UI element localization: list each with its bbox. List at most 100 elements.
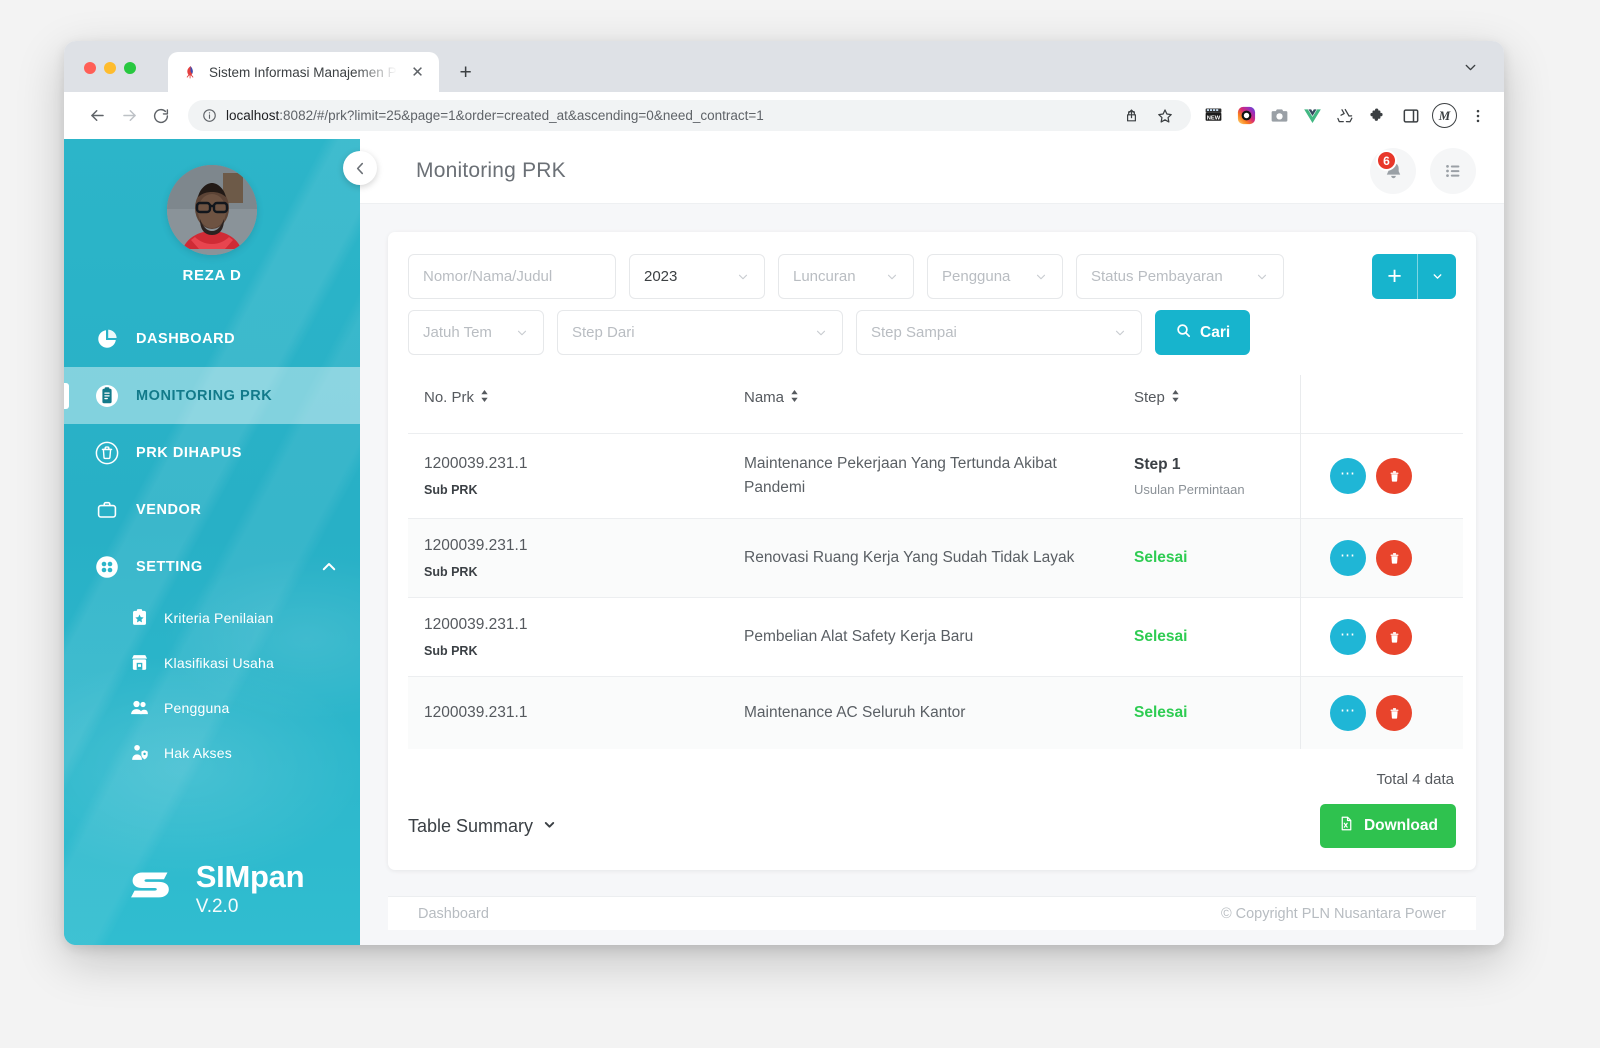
- cell-no-prk: 1200039.231.1 Sub PRK: [408, 434, 728, 519]
- simpan-logo: [120, 857, 182, 919]
- puzzle-extensions-icon[interactable]: [1366, 104, 1390, 128]
- card-footer: Table Summary Download: [408, 788, 1456, 870]
- page-footer: Dashboard © Copyright PLN Nusantara Powe…: [388, 896, 1476, 931]
- chevron-down-icon[interactable]: [1458, 55, 1482, 79]
- chevron-down-icon: [885, 270, 899, 284]
- footer-left-label[interactable]: Dashboard: [418, 906, 489, 922]
- recycle-extension-icon[interactable]: [1333, 104, 1357, 128]
- chevron-down-icon: [736, 270, 750, 284]
- user-avatar[interactable]: [167, 165, 257, 255]
- column-header-step[interactable]: Step: [1118, 375, 1308, 434]
- vue-devtools-extension-icon[interactable]: [1300, 104, 1324, 128]
- sidebar-nav: DASHBOARD MONITORING PRK PRK DIHAPUS VEN…: [64, 310, 360, 783]
- column-header-nama[interactable]: Nama: [728, 375, 1118, 434]
- browser-tab[interactable]: Sistem Informasi Manajemen P ✕: [168, 52, 439, 92]
- column-label: Step: [1134, 389, 1165, 406]
- add-prk-button[interactable]: +: [1372, 254, 1418, 299]
- close-tab-button[interactable]: ✕: [407, 61, 429, 83]
- table-row[interactable]: 1200039.231.1 Sub PRK Maintenance Pekerj…: [408, 433, 1463, 519]
- cell-step: Selesai: [1118, 598, 1308, 677]
- sidebar-item-kriteria-penilaian[interactable]: Kriteria Penilaian: [64, 595, 360, 640]
- prk-card: Nomor/Nama/Judul 2023 Luncuran Pengguna …: [388, 232, 1476, 871]
- sidebar-item-monitoring-prk[interactable]: MONITORING PRK: [64, 367, 360, 424]
- svg-text:NEW: NEW: [1206, 115, 1220, 121]
- sidebar-collapse-button[interactable]: [343, 151, 377, 185]
- delete-icon[interactable]: [1376, 540, 1412, 577]
- clipboard-icon: [94, 383, 120, 409]
- maximize-window-button[interactable]: [124, 62, 136, 74]
- step-value: Step 1: [1134, 455, 1181, 473]
- back-button[interactable]: [82, 101, 112, 131]
- sidebar-item-label: MONITORING PRK: [136, 387, 273, 404]
- site-favicon: [182, 64, 199, 81]
- sidebar-item-prk-dihapus[interactable]: PRK DIHAPUS: [64, 424, 360, 481]
- site-info-icon[interactable]: [202, 108, 217, 123]
- status-pembayaran-select[interactable]: Status Pembayaran: [1076, 254, 1284, 299]
- forward-button[interactable]: [114, 101, 144, 131]
- pengguna-select[interactable]: Pengguna: [927, 254, 1063, 299]
- profile-avatar[interactable]: M: [1432, 103, 1457, 128]
- reload-button[interactable]: [146, 101, 176, 131]
- year-select[interactable]: 2023: [629, 254, 765, 299]
- cell-nama: Pembelian Alat Safety Kerja Baru: [744, 628, 974, 646]
- minimize-window-button[interactable]: [104, 62, 116, 74]
- step-sampai-select[interactable]: Step Sampai: [856, 310, 1142, 355]
- camera-extension-icon[interactable]: [1267, 104, 1291, 128]
- sidebar-item-dashboard[interactable]: DASHBOARD: [64, 310, 360, 367]
- instagram-extension-icon[interactable]: [1234, 104, 1258, 128]
- more-options-icon[interactable]: ⋯: [1330, 695, 1366, 732]
- address-bar[interactable]: localhost:8082/#/prk?limit=25&page=1&ord…: [188, 100, 1191, 131]
- pie-chart-icon: [94, 326, 120, 352]
- chevron-down-icon: [1034, 270, 1048, 284]
- column-header-no-prk[interactable]: No. Prk: [408, 375, 728, 434]
- search-button[interactable]: Cari: [1155, 310, 1251, 355]
- sidebar-item-setting[interactable]: SETTING: [64, 538, 360, 595]
- browser-tab-title: Sistem Informasi Manajemen P: [209, 64, 397, 80]
- delete-icon[interactable]: [1376, 695, 1412, 732]
- share-icon[interactable]: [1119, 104, 1143, 128]
- sidebar-item-label: VENDOR: [136, 501, 202, 518]
- more-options-icon[interactable]: ⋯: [1330, 458, 1366, 495]
- star-icon[interactable]: [1153, 104, 1177, 128]
- luncuran-select[interactable]: Luncuran: [778, 254, 914, 299]
- sidebar-item-hak-akses[interactable]: Hak Akses: [64, 730, 360, 775]
- list-view-button[interactable]: [1430, 148, 1476, 194]
- prk-table: No. Prk Nama Step 1200039.231.1 Sub PRK …: [408, 375, 1463, 750]
- cell-actions: ⋯: [1308, 519, 1463, 598]
- sidebar-subitem-label: Kriteria Penilaian: [164, 609, 274, 626]
- table-row[interactable]: 1200039.231.1 Sub PRK Renovasi Ruang Ker…: [408, 518, 1463, 598]
- app-sidebar: REZA D DASHBOARD MONITORING PRK PRK DIHA…: [64, 139, 360, 945]
- table-row[interactable]: 1200039.231.1 Sub PRK Pembelian Alat Saf…: [408, 597, 1463, 677]
- chevron-up-icon[interactable]: [320, 558, 338, 576]
- more-options-icon[interactable]: ⋯: [1330, 540, 1366, 577]
- download-button[interactable]: Download: [1319, 804, 1456, 849]
- table-row[interactable]: 1200039.231.1 Maintenance AC Seluruh Kan…: [408, 676, 1463, 750]
- no-prk-value: 1200039.231.1: [424, 537, 528, 555]
- kebab-menu-icon[interactable]: [1466, 104, 1490, 128]
- search-input[interactable]: Nomor/Nama/Judul: [408, 254, 616, 299]
- year-select-value: 2023: [644, 268, 678, 285]
- new-badge-extension-icon[interactable]: NEW: [1201, 104, 1225, 128]
- step-substatus: Usulan Permintaan: [1134, 481, 1245, 497]
- delete-icon[interactable]: [1376, 619, 1412, 656]
- cell-actions: ⋯: [1308, 598, 1463, 677]
- delete-icon[interactable]: [1376, 458, 1412, 495]
- close-window-button[interactable]: [84, 62, 96, 74]
- more-options-icon[interactable]: ⋯: [1330, 619, 1366, 656]
- sidebar-item-vendor[interactable]: VENDOR: [64, 481, 360, 538]
- store-icon: [128, 652, 150, 674]
- cell-step: Selesai: [1118, 677, 1308, 750]
- add-dropdown-button[interactable]: [1418, 254, 1456, 299]
- sidebar-item-klasifikasi-usaha[interactable]: Klasifikasi Usaha: [64, 640, 360, 685]
- sidebar-item-pengguna[interactable]: Pengguna: [64, 685, 360, 730]
- new-tab-button[interactable]: +: [451, 57, 481, 87]
- jatuh-tempo-select[interactable]: Jatuh Tem: [408, 310, 544, 355]
- cell-nama: Maintenance AC Seluruh Kantor: [744, 704, 966, 722]
- notifications-button[interactable]: 6: [1370, 148, 1416, 194]
- side-panel-icon[interactable]: [1399, 104, 1423, 128]
- sort-icon: [1171, 389, 1180, 407]
- step-dari-select[interactable]: Step Dari: [557, 310, 843, 355]
- step-dari-value: Step Dari: [572, 324, 635, 341]
- table-summary-toggle[interactable]: Table Summary: [408, 816, 557, 837]
- filter-bar: Nomor/Nama/Judul 2023 Luncuran Pengguna …: [408, 254, 1456, 355]
